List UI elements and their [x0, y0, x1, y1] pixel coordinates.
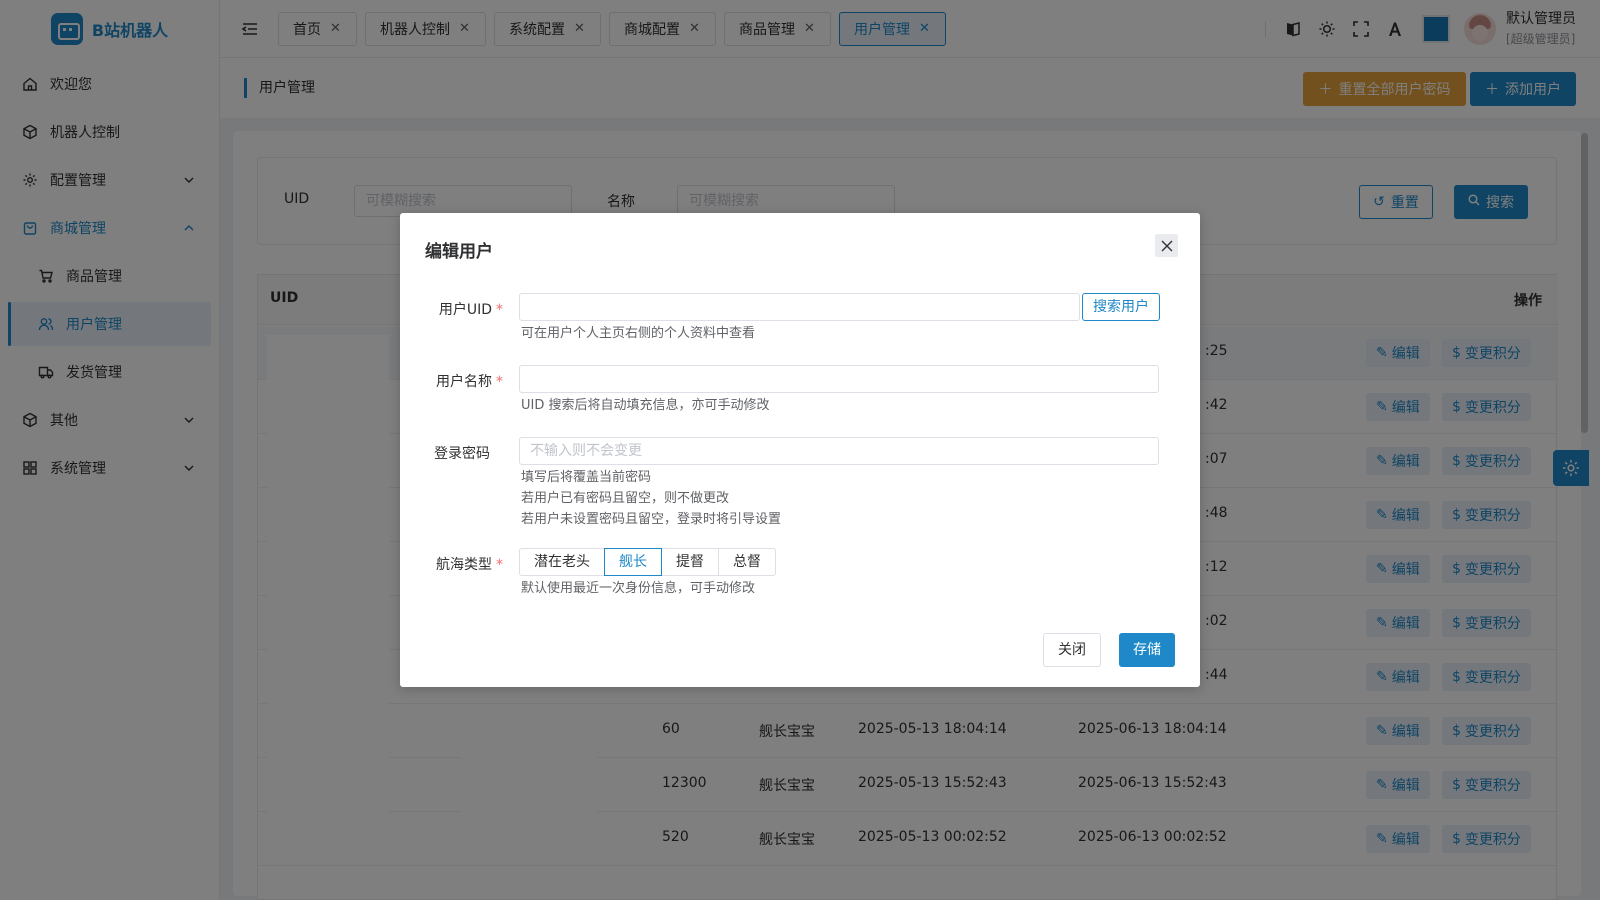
close-icon[interactable]: [1155, 234, 1178, 257]
uid-hint: 可在用户个人主页右侧的个人资料中查看: [521, 326, 756, 341]
save-button[interactable]: 存储: [1119, 633, 1175, 667]
edit-user-dialog: 编辑用户 用户UID * 搜索用户 可在用户个人主页右侧的个人资料中查看 用户名称…: [400, 213, 1200, 687]
uid-field-label: 用户UID *: [423, 299, 503, 319]
password-input[interactable]: 不输入则不会变更: [519, 437, 1159, 465]
name-hint: UID 搜索后将自动填充信息，亦可手动修改: [521, 398, 770, 413]
app-root: B站机器人 欢迎您 机器人控制 配置管理 商城管理 商品管理 用户管理: [0, 0, 1600, 900]
label-text: 用户名称: [436, 374, 492, 390]
voyage-type-radio-group: 潜在老头 舰长 提督 总督: [519, 548, 776, 576]
password-field-label: 登录密码: [434, 446, 490, 462]
required-marker: *: [496, 557, 503, 573]
voyage-hint: 默认使用最近一次身份信息，可手动修改: [521, 581, 756, 596]
password-hint: 若用户已有密码且留空，则不做更改: [521, 491, 730, 506]
password-hint: 若用户未设置密码且留空，登录时将引导设置: [521, 512, 782, 527]
voyage-option-admiral[interactable]: 提督: [661, 548, 719, 576]
voyage-option-governor[interactable]: 总督: [718, 548, 776, 576]
password-hint: 填写后将覆盖当前密码: [521, 470, 652, 485]
uid-input[interactable]: [519, 293, 1080, 321]
name-field-label: 用户名称 *: [423, 371, 503, 391]
required-marker: *: [496, 302, 503, 318]
label-text: 航海类型: [436, 557, 492, 573]
voyage-option-potential[interactable]: 潜在老头: [519, 548, 605, 576]
dialog-title: 编辑用户: [425, 242, 493, 262]
voyage-field-label: 航海类型 *: [423, 554, 503, 574]
search-user-button[interactable]: 搜索用户: [1082, 293, 1160, 321]
name-input[interactable]: [519, 365, 1159, 393]
close-button[interactable]: 关闭: [1043, 633, 1101, 667]
label-text: 用户UID: [438, 302, 492, 318]
required-marker: *: [496, 374, 503, 390]
voyage-option-captain[interactable]: 舰长: [604, 548, 662, 576]
